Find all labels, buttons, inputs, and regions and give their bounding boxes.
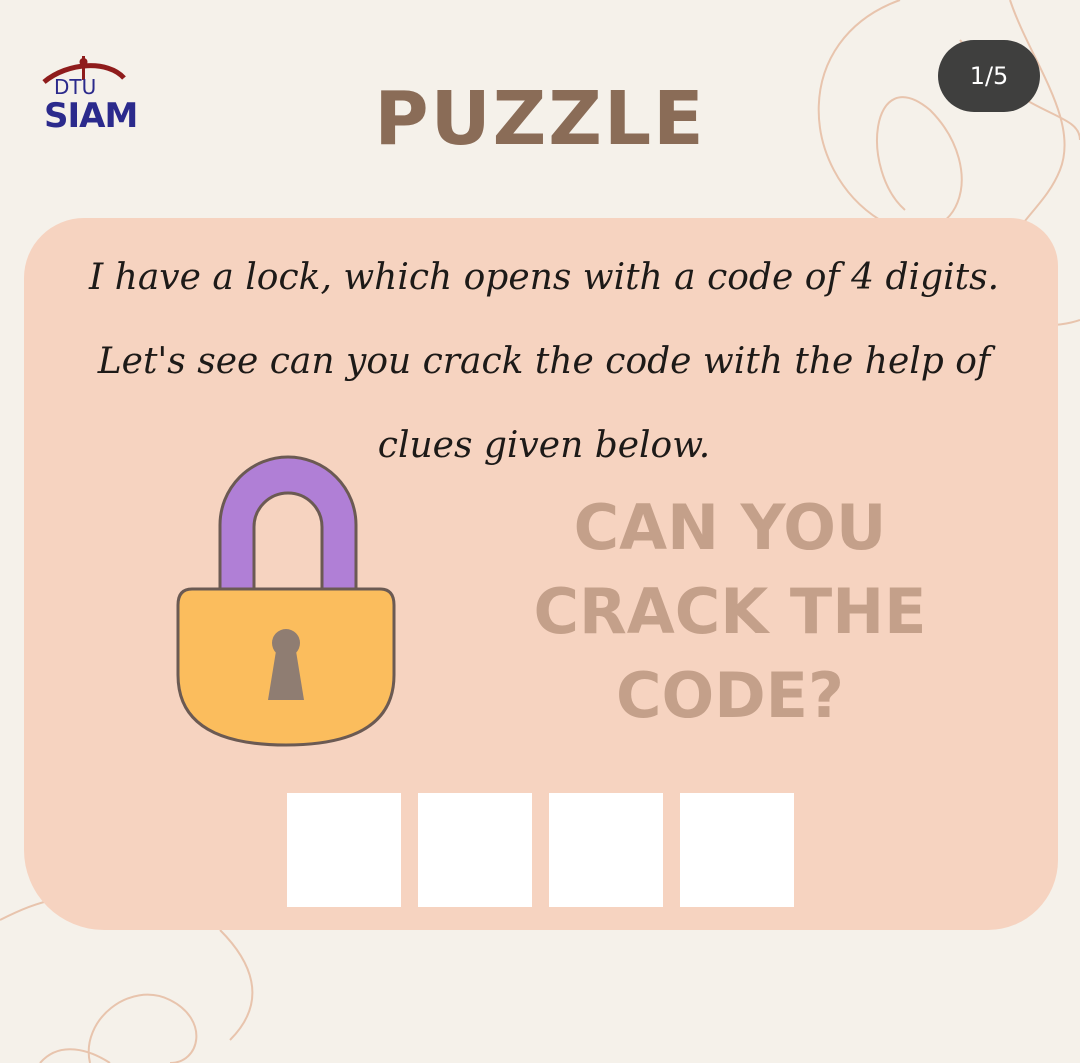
crack-the-code-callout: CAN YOU CRACK THE CODE? [510,486,950,738]
callout-line: CAN YOU [573,491,887,564]
page-indicator-badge: 1/5 [938,40,1040,112]
code-digit-1[interactable] [287,793,401,907]
code-digit-3[interactable] [549,793,663,907]
callout-line: CRACK THE [533,575,927,648]
code-digit-4[interactable] [680,793,794,907]
code-input-group [287,793,794,907]
page-title: PUZZLE [374,76,706,162]
padlock-icon [170,455,402,755]
code-digit-2[interactable] [418,793,532,907]
padlock-shackle [218,455,358,597]
callout-line: CODE? [616,659,844,732]
clue-text: I have a lock, which opens with a code o… [44,236,1044,488]
clue-line: Let's see can you crack the code with th… [97,341,991,382]
clue-line: I have a lock, which opens with a code o… [88,257,1000,298]
